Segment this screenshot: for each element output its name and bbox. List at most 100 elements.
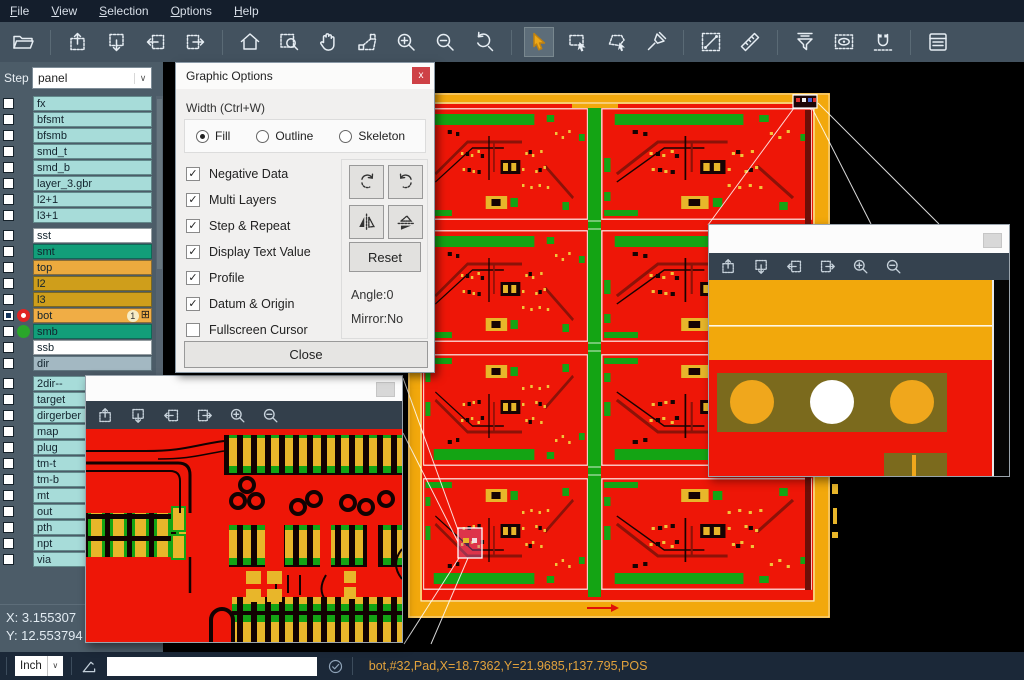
checkbox-profile[interactable]: ✓Profile <box>186 265 311 291</box>
radio-outline[interactable]: Outline <box>256 129 313 143</box>
checkbox-datum-origin[interactable]: ✓Datum & Origin <box>186 291 311 317</box>
pan-down-icon[interactable] <box>752 257 771 276</box>
layer-label[interactable]: l2+1 <box>33 192 152 207</box>
popup-zoom-view[interactable] <box>709 280 1009 476</box>
radio-fill[interactable]: Fill <box>196 129 230 143</box>
pan-left-icon[interactable] <box>785 257 804 276</box>
close-button[interactable]: Close <box>184 341 428 368</box>
checkbox-icon[interactable]: ✓ <box>186 297 200 311</box>
layer-label[interactable]: smd_b <box>33 160 152 175</box>
layer-visibility-checkbox[interactable] <box>3 98 14 109</box>
ruler-button[interactable] <box>736 28 764 56</box>
select-polygon-button[interactable] <box>603 28 631 56</box>
checkbox-icon[interactable]: ✓ <box>186 245 200 259</box>
reset-button[interactable]: Reset <box>349 242 421 272</box>
pan-up-icon[interactable] <box>96 406 115 425</box>
pan-hand-button[interactable] <box>314 28 342 56</box>
layer-row-smd_t[interactable]: smd_t <box>0 144 163 159</box>
checkbox-icon[interactable] <box>186 323 200 337</box>
zoom-out-icon[interactable] <box>884 257 903 276</box>
popup-zoom-view[interactable] <box>86 429 402 642</box>
menu-selection[interactable]: Selection <box>99 4 148 18</box>
zoom-object-button[interactable] <box>353 28 381 56</box>
layer-row-l3+1[interactable]: l3+1 <box>0 208 163 223</box>
checkbox-step-repeat[interactable]: ✓Step & Repeat <box>186 213 311 239</box>
view-options-button[interactable] <box>830 28 858 56</box>
snap-search-button[interactable] <box>869 28 897 56</box>
layer-row-smb[interactable]: smb <box>0 324 163 339</box>
layer-visibility-checkbox[interactable] <box>3 310 14 321</box>
pan-up-icon[interactable] <box>719 257 738 276</box>
filter-button[interactable] <box>791 28 819 56</box>
layer-visibility-checkbox[interactable] <box>3 146 14 157</box>
step-select[interactable]: panel ∨ <box>32 67 152 89</box>
zoom-in-icon[interactable] <box>851 257 870 276</box>
menu-options[interactable]: Options <box>171 4 212 18</box>
dialog-close-button[interactable]: x <box>412 67 430 84</box>
layer-visibility-checkbox[interactable] <box>3 378 14 389</box>
layer-visibility-checkbox[interactable] <box>3 358 14 369</box>
layer-visibility-checkbox[interactable] <box>3 294 14 305</box>
layer-label[interactable]: bot1 <box>33 308 152 323</box>
pan-right-icon[interactable] <box>818 257 837 276</box>
layer-visibility-checkbox[interactable] <box>3 554 14 565</box>
layer-label[interactable]: smb <box>33 324 152 339</box>
layer-visibility-checkbox[interactable] <box>3 210 14 221</box>
layer-row-layer_3.gbr[interactable]: layer_3.gbr <box>0 176 163 191</box>
check-circle-icon[interactable] <box>327 658 344 675</box>
popup-window-button[interactable] <box>983 233 1002 248</box>
layer-row-bot[interactable]: bot1 <box>0 308 163 323</box>
layer-visibility-checkbox[interactable] <box>3 522 14 533</box>
pan-up-button[interactable] <box>64 28 92 56</box>
command-input[interactable] <box>107 657 317 676</box>
popup-title-bar[interactable] <box>86 376 402 401</box>
layer-label[interactable]: l2 <box>33 276 152 291</box>
layer-label[interactable]: bfsmt <box>33 112 152 127</box>
layer-label[interactable]: sst <box>33 228 152 243</box>
checkbox-negative-data[interactable]: ✓Negative Data <box>186 161 311 187</box>
layer-row-top[interactable]: top <box>0 260 163 275</box>
select-arrow-button[interactable] <box>525 28 553 56</box>
select-rectangle-button[interactable] <box>564 28 592 56</box>
checkbox-icon[interactable]: ✓ <box>186 219 200 233</box>
checkbox-icon[interactable]: ✓ <box>186 271 200 285</box>
checkbox-multi-layers[interactable]: ✓Multi Layers <box>186 187 311 213</box>
pan-right-button[interactable] <box>181 28 209 56</box>
layer-visibility-checkbox[interactable] <box>3 114 14 125</box>
layer-visibility-checkbox[interactable] <box>3 394 14 405</box>
layer-row-smd_b[interactable]: smd_b <box>0 160 163 175</box>
zoom-window-button[interactable] <box>275 28 303 56</box>
layer-visibility-checkbox[interactable] <box>3 130 14 141</box>
checkbox-icon[interactable]: ✓ <box>186 167 200 181</box>
layer-visibility-checkbox[interactable] <box>3 410 14 421</box>
checkbox-display-text-value[interactable]: ✓Display Text Value <box>186 239 311 265</box>
layer-row-l2+1[interactable]: l2+1 <box>0 192 163 207</box>
layer-visibility-checkbox[interactable] <box>3 326 14 337</box>
home-view-button[interactable] <box>236 28 264 56</box>
layer-row-ssb[interactable]: ssb <box>0 340 163 355</box>
unit-select[interactable]: Inch ∨ <box>15 656 63 676</box>
layer-label[interactable]: ssb <box>33 340 152 355</box>
clear-brush-button[interactable] <box>642 28 670 56</box>
layer-row-l3[interactable]: l3 <box>0 292 163 307</box>
layer-visibility-checkbox[interactable] <box>3 230 14 241</box>
checkbox-icon[interactable]: ✓ <box>186 193 200 207</box>
open-file-button[interactable] <box>9 28 37 56</box>
layer-visibility-checkbox[interactable] <box>3 538 14 549</box>
layer-visibility-checkbox[interactable] <box>3 246 14 257</box>
layer-visibility-checkbox[interactable] <box>3 262 14 273</box>
mirror-horizontal-button[interactable] <box>388 205 423 239</box>
layer-visibility-checkbox[interactable] <box>3 342 14 353</box>
layer-visibility-checkbox[interactable] <box>3 194 14 205</box>
layer-label[interactable]: l3+1 <box>33 208 152 223</box>
layer-label[interactable]: smt <box>33 244 152 259</box>
layer-row-smt[interactable]: smt <box>0 244 163 259</box>
layer-visibility-checkbox[interactable] <box>3 162 14 173</box>
layer-label[interactable]: dir <box>33 356 152 371</box>
layer-label[interactable]: top <box>33 260 152 275</box>
layer-row-fx[interactable]: fx <box>0 96 163 111</box>
layer-row-bfsmb[interactable]: bfsmb <box>0 128 163 143</box>
layer-label[interactable]: l3 <box>33 292 152 307</box>
pan-left-icon[interactable] <box>162 406 181 425</box>
rotate-ccw-button[interactable] <box>388 165 423 199</box>
